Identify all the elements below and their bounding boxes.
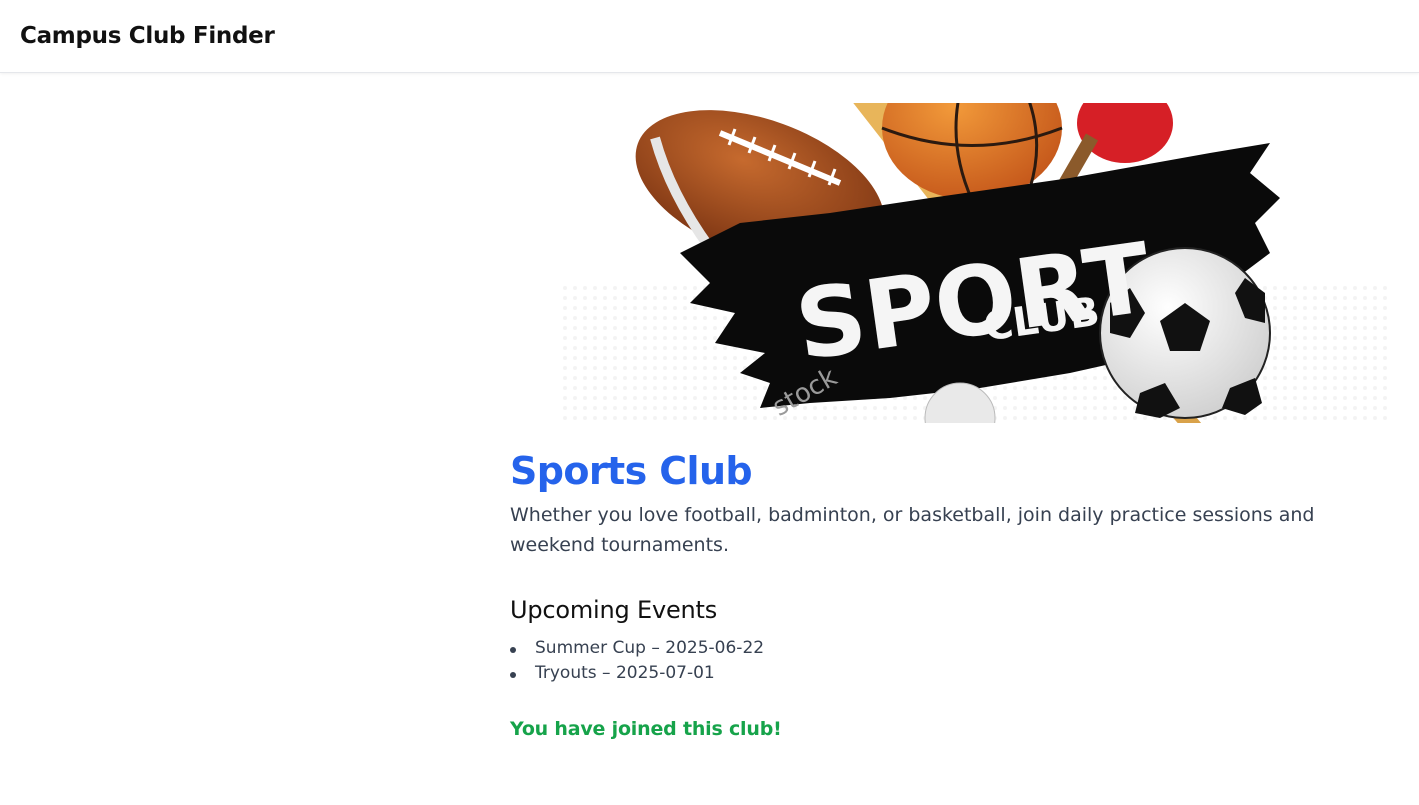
club-description: Whether you love football, badminton, or… <box>510 504 1315 556</box>
joined-status-message: You have joined this club! <box>510 718 782 740</box>
events-list: Summer Cup – 2025-06-22 Tryouts – 2025-0… <box>510 636 1390 686</box>
top-navbar: Campus Club Finder <box>0 0 1419 73</box>
event-label: Tryouts – 2025-07-01 <box>535 663 715 683</box>
club-banner-image: SPORT CLUB stock <box>510 103 1390 423</box>
event-label: Summer Cup – 2025-06-22 <box>535 638 765 658</box>
club-detail: SPORT CLUB stock Sports Club Whether you… <box>510 103 1390 740</box>
event-item: Tryouts – 2025-07-01 <box>510 661 1390 686</box>
event-item: Summer Cup – 2025-06-22 <box>510 636 1390 661</box>
bullet-icon <box>510 672 516 678</box>
bullet-icon <box>510 647 516 653</box>
club-title: Sports Club <box>510 449 753 493</box>
events-heading: Upcoming Events <box>510 596 718 624</box>
app-title: Campus Club Finder <box>20 23 275 49</box>
